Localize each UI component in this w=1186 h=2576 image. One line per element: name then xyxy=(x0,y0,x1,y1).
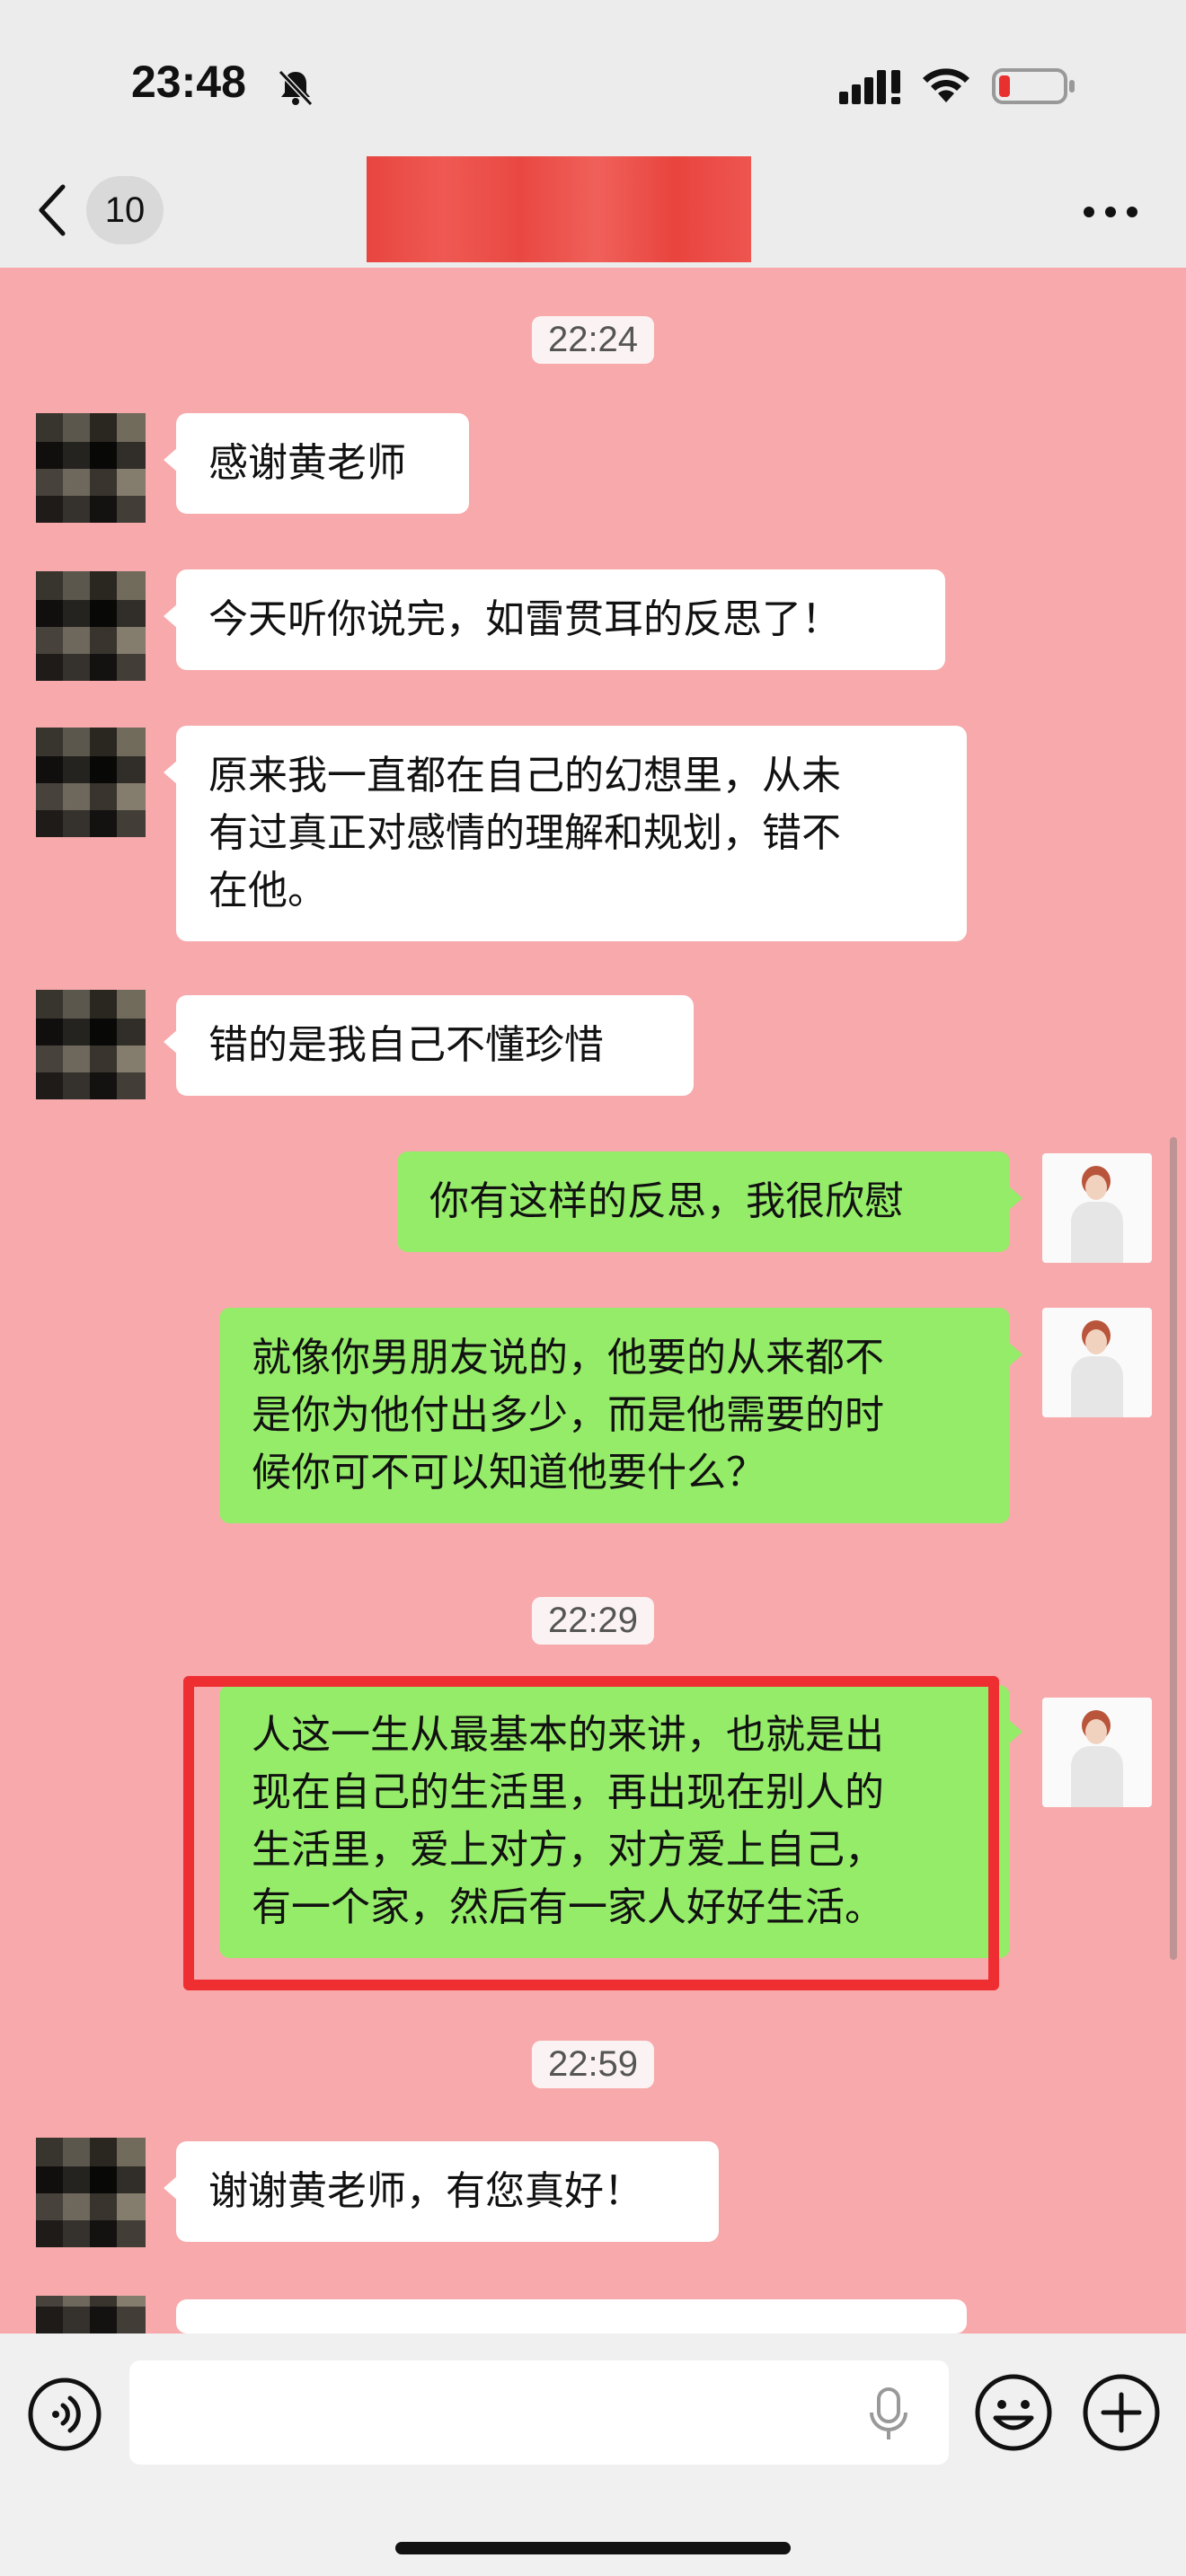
timestamp: 22:59 xyxy=(531,2041,655,2088)
message-line: 原来我一直都在自己的幻想里，从未 xyxy=(208,753,841,798)
incoming-message-bubble[interactable]: 原来我一直都在自己的幻想里，从未 有过真正对感情的理解和规划，错不 在他。 xyxy=(164,726,967,941)
incoming-message-bubble-partial[interactable] xyxy=(164,2299,967,2359)
timestamp: 22:24 xyxy=(531,316,655,364)
avatar[interactable] xyxy=(1042,1308,1152,1417)
mic-icon[interactable] xyxy=(866,2386,911,2443)
outgoing-message-bubble[interactable]: 你有这样的反思，我很欣慰 xyxy=(397,1151,1022,1252)
avatar[interactable] xyxy=(36,728,146,837)
incoming-message-bubble[interactable]: 错的是我自己不懂珍惜 xyxy=(164,995,694,1096)
voice-icon[interactable] xyxy=(27,2377,102,2452)
incoming-message-bubble[interactable]: 谢谢黄老师，有您真好！ xyxy=(164,2141,719,2242)
bell-off-icon xyxy=(278,69,314,107)
avatar[interactable] xyxy=(36,990,146,1099)
back-button[interactable]: 10 xyxy=(36,176,171,244)
battery-low-icon xyxy=(992,68,1075,104)
avatar[interactable] xyxy=(36,571,146,681)
more-icon[interactable] xyxy=(1075,194,1146,230)
message-line: 在他。 xyxy=(208,868,327,913)
input-bar xyxy=(0,2333,1186,2576)
avatar[interactable] xyxy=(1042,1153,1152,1263)
incoming-message-bubble[interactable]: 今天听你说完，如雷贯耳的反思了！ xyxy=(164,569,945,670)
signal-icon xyxy=(839,70,900,104)
avatar[interactable] xyxy=(36,2296,146,2333)
chat-title-redacted xyxy=(367,156,751,262)
scrollbar[interactable] xyxy=(1170,1137,1177,1960)
highlight-box xyxy=(183,1676,999,1990)
message-line: 有过真正对感情的理解和规划，错不 xyxy=(208,810,841,856)
emoji-icon[interactable] xyxy=(974,2373,1053,2452)
message-input[interactable] xyxy=(129,2360,949,2465)
outgoing-message-bubble[interactable]: 就像你男朋友说的，他要的从来都不 是你为他付出多少，而是他需要的时 候你可不可以… xyxy=(219,1308,1022,1523)
status-time: 23:48 xyxy=(131,57,246,107)
add-icon[interactable] xyxy=(1082,2373,1161,2452)
chevron-left-icon xyxy=(39,184,66,236)
avatar[interactable] xyxy=(1042,1698,1152,1807)
message-line: 候你可不可以知道他要什么？ xyxy=(252,1450,766,1495)
message-line: 就像你男朋友说的，他要的从来都不 xyxy=(252,1335,884,1381)
home-indicator xyxy=(395,2542,791,2554)
unread-count-badge: 10 xyxy=(86,176,164,244)
incoming-message-bubble[interactable]: 感谢黄老师 xyxy=(164,413,469,514)
avatar[interactable] xyxy=(36,2138,146,2247)
timestamp: 22:29 xyxy=(531,1597,655,1645)
wifi-icon xyxy=(923,68,969,102)
avatar[interactable] xyxy=(36,413,146,523)
message-line: 是你为他付出多少，而是他需要的时 xyxy=(252,1392,884,1438)
top-bar: 23:48 10 xyxy=(0,0,1186,268)
